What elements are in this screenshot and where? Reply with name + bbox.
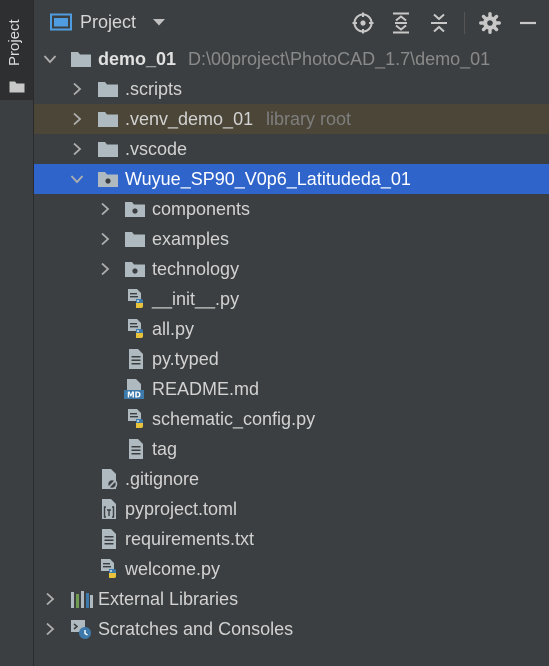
scratches-icon xyxy=(70,614,92,644)
file-label: schematic_config.py xyxy=(152,408,316,429)
package-folder-icon xyxy=(124,254,146,284)
chevron-down-icon[interactable] xyxy=(43,44,57,74)
chevron-down-icon[interactable] xyxy=(152,17,166,27)
libraries-icon xyxy=(70,584,94,614)
folder-label: .vscode xyxy=(125,138,188,159)
python-file-icon xyxy=(126,284,146,314)
folder-label: examples xyxy=(152,228,230,249)
file-label: welcome.py xyxy=(125,558,221,579)
tree-row-gitignore[interactable]: .gitignore xyxy=(34,464,549,494)
file-label: .gitignore xyxy=(125,468,200,489)
toolbar-actions xyxy=(338,12,541,34)
project-tool-tab-label: Project xyxy=(6,19,23,66)
text-file-icon xyxy=(99,524,119,554)
folder-label: technology xyxy=(152,258,240,279)
tree-row-external-libraries[interactable]: External Libraries xyxy=(34,584,549,614)
project-tree: demo_01 D:\00project\PhotoCAD_1.7\demo_0… xyxy=(34,44,549,644)
markdown-file-icon xyxy=(124,374,144,404)
python-file-icon xyxy=(126,314,146,344)
package-folder-icon xyxy=(124,194,146,224)
tree-row-components[interactable]: components xyxy=(34,194,549,224)
toolbar-title: Project xyxy=(80,11,137,32)
collapse-all-icon[interactable] xyxy=(426,12,452,34)
file-label: py.typed xyxy=(152,348,219,369)
view-selector[interactable]: Project xyxy=(50,12,166,33)
tree-row-package[interactable]: Wuyue_SP90_V0p6_Latitudeda_01 xyxy=(34,164,549,194)
package-label: Wuyue_SP90_V0p6_Latitudeda_01 xyxy=(125,168,411,189)
folder-icon xyxy=(9,78,25,93)
tree-row-tag[interactable]: tag xyxy=(34,434,549,464)
tree-row-init[interactable]: __init__.py xyxy=(34,284,549,314)
tool-window-strip: Project xyxy=(0,0,34,666)
tree-row-scratches[interactable]: Scratches and Consoles xyxy=(34,614,549,644)
chevron-down-icon[interactable] xyxy=(70,164,84,194)
chevron-right-icon[interactable] xyxy=(100,224,110,254)
tree-row-technology[interactable]: technology xyxy=(34,254,549,284)
tree-row-vscode[interactable]: .vscode xyxy=(34,134,549,164)
library-root-note: library root xyxy=(266,108,352,129)
folder-label: .venv_demo_01 xyxy=(125,108,254,129)
tree-row-scripts[interactable]: .scripts xyxy=(34,74,549,104)
folder-icon xyxy=(97,134,119,164)
tree-row-schematic[interactable]: schematic_config.py xyxy=(34,404,549,434)
toml-file-icon xyxy=(99,494,119,524)
folder-label: .scripts xyxy=(125,78,183,99)
tree-row-welcome[interactable]: welcome.py xyxy=(34,554,549,584)
folder-icon xyxy=(70,44,92,74)
chevron-right-icon[interactable] xyxy=(45,614,55,644)
chevron-right-icon[interactable] xyxy=(72,134,82,164)
file-label: all.py xyxy=(152,318,195,339)
minimize-icon[interactable] xyxy=(515,12,541,34)
chevron-right-icon[interactable] xyxy=(100,194,110,224)
tree-row-all[interactable]: all.py xyxy=(34,314,549,344)
file-label: __init__.py xyxy=(152,288,240,309)
tree-row-pyproject[interactable]: pyproject.toml xyxy=(34,494,549,524)
text-file-icon xyxy=(126,344,146,374)
locate-icon[interactable] xyxy=(350,12,376,34)
folder-icon xyxy=(97,104,119,134)
project-window-icon xyxy=(50,13,72,31)
folder-icon xyxy=(124,224,146,254)
chevron-right-icon[interactable] xyxy=(100,254,110,284)
project-toolbar: Project xyxy=(34,0,549,44)
tree-row-root[interactable]: demo_01 D:\00project\PhotoCAD_1.7\demo_0… xyxy=(34,44,549,74)
folder-icon xyxy=(97,74,119,104)
tree-row-typed[interactable]: py.typed xyxy=(34,344,549,374)
project-tool-tab[interactable]: Project xyxy=(0,0,33,100)
python-file-icon xyxy=(99,554,119,584)
external-libraries-label: External Libraries xyxy=(98,588,239,609)
file-label: requirements.txt xyxy=(125,528,255,549)
tree-row-readme[interactable]: README.md xyxy=(34,374,549,404)
expand-all-icon[interactable] xyxy=(388,12,414,34)
tree-row-venv[interactable]: .venv_demo_01 library root xyxy=(34,104,549,134)
file-label: tag xyxy=(152,438,178,459)
package-folder-icon xyxy=(97,164,119,194)
file-label: pyproject.toml xyxy=(125,498,238,519)
folder-label: components xyxy=(152,198,251,219)
tree-row-requirements[interactable]: requirements.txt xyxy=(34,524,549,554)
text-file-icon xyxy=(126,434,146,464)
toolbar-divider xyxy=(464,12,465,34)
tree-row-examples[interactable]: examples xyxy=(34,224,549,254)
root-folder-label: demo_01 xyxy=(98,48,177,69)
python-file-icon xyxy=(126,404,146,434)
gitignore-file-icon xyxy=(99,464,119,494)
chevron-right-icon[interactable] xyxy=(45,584,55,614)
root-folder-path: D:\00project\PhotoCAD_1.7\demo_01 xyxy=(188,48,491,69)
chevron-right-icon[interactable] xyxy=(72,74,82,104)
scratches-label: Scratches and Consoles xyxy=(98,618,294,639)
file-label: README.md xyxy=(152,378,260,399)
project-panel: Project demo_01 D:\00project\PhotoCAD_1.… xyxy=(34,0,549,666)
gear-icon[interactable] xyxy=(477,12,503,34)
chevron-right-icon[interactable] xyxy=(72,104,82,134)
